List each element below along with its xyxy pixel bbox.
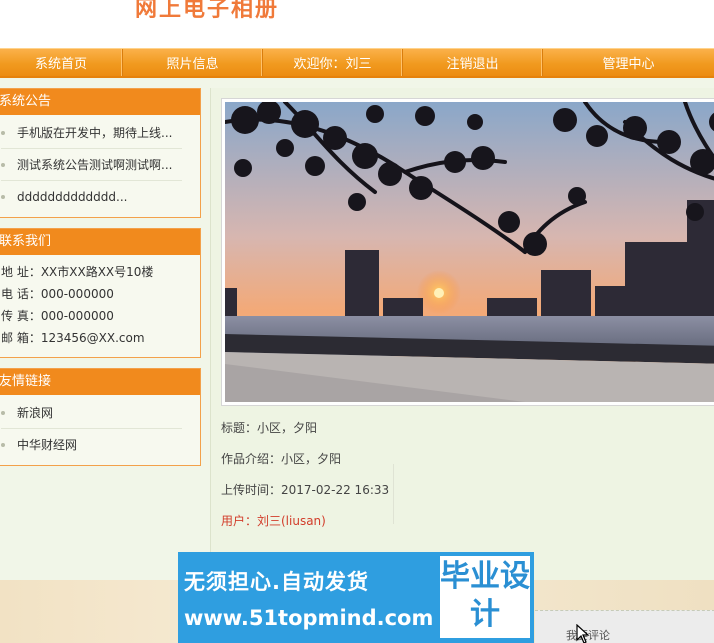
- sidebar: 系统公告 手机版在开发中，期待上线... 测试系统公告测试啊测试啊... ddd…: [0, 88, 201, 476]
- contact-address: 地 址：XX市XX路XX号10楼: [1, 265, 154, 279]
- mouse-cursor-icon: [576, 624, 590, 643]
- announcement-item[interactable]: 测试系统公告测试啊测试啊...: [1, 149, 182, 181]
- photo-frame[interactable]: [221, 98, 714, 406]
- ad-banner[interactable]: 无须担心.自动发货 www.51topmind.com 毕业设计: [178, 552, 534, 643]
- ad-text: 无须担心.自动发货 www.51topmind.com: [184, 566, 442, 636]
- nav-welcome[interactable]: 欢迎你：刘三: [263, 49, 403, 76]
- contact-fax: 传 真：000-000000: [1, 309, 114, 323]
- bullet-icon: [1, 411, 5, 415]
- nav-logout[interactable]: 注销退出: [403, 49, 543, 76]
- ad-slogan: 无须担心.自动发货: [184, 570, 369, 594]
- sunset-photo: [225, 102, 714, 402]
- contact-email: 邮 箱：123456@XX.com: [1, 331, 145, 345]
- link-item[interactable]: 新浪网: [1, 397, 182, 429]
- site-title: 网上电子相册: [135, 0, 280, 22]
- photo-info: 标题：小区，夕阳 作品介绍：小区，夕阳 上传时间：2017-02-22 16:3…: [221, 418, 389, 542]
- comment-area[interactable]: [535, 610, 714, 643]
- contact-info: 地 址：XX市XX路XX号10楼 电 话：000-000000 传 真：000-…: [0, 255, 200, 357]
- bullet-icon: [1, 195, 5, 199]
- photo-title: 标题：小区，夕阳: [221, 421, 318, 435]
- photo-upload-time: 上传时间：2017-02-22 16:33: [221, 483, 390, 497]
- header: 网上电子相册: [0, 0, 714, 48]
- photo-user: 用户：刘三(liusan): [221, 514, 326, 528]
- announcements-title: 系统公告: [0, 89, 200, 115]
- nav-photos[interactable]: 照片信息: [123, 49, 263, 76]
- contact-box: 联系我们 地 址：XX市XX路XX号10楼 电 话：000-000000 传 真…: [0, 228, 201, 358]
- links-title: 友情链接: [0, 369, 200, 395]
- announcements-box: 系统公告 手机版在开发中，期待上线... 测试系统公告测试啊测试啊... ddd…: [0, 88, 201, 218]
- divider: [393, 464, 394, 524]
- links-box: 友情链接 新浪网 中华财经网: [0, 368, 201, 466]
- contact-title: 联系我们: [0, 229, 200, 255]
- bullet-icon: [1, 443, 5, 447]
- nav-home[interactable]: 系统首页: [0, 49, 123, 76]
- announcement-item[interactable]: ddddddddddddd...: [1, 181, 182, 213]
- nav-admin[interactable]: 管理中心: [543, 49, 714, 76]
- bullet-icon: [1, 131, 5, 135]
- announcements-list: 手机版在开发中，期待上线... 测试系统公告测试啊测试啊... dddddddd…: [0, 115, 200, 217]
- announcement-item[interactable]: 手机版在开发中，期待上线...: [1, 117, 182, 149]
- contact-phone: 电 话：000-000000: [1, 287, 114, 301]
- bullet-icon: [1, 163, 5, 167]
- ad-badge: 毕业设计: [440, 556, 530, 638]
- links-list: 新浪网 中华财经网: [0, 395, 200, 465]
- link-item[interactable]: 中华财经网: [1, 429, 182, 461]
- photo-intro: 作品介绍：小区，夕阳: [221, 452, 342, 466]
- ad-url: www.51topmind.com: [184, 606, 434, 630]
- main-nav: 系统首页 照片信息 欢迎你：刘三 注销退出 管理中心: [0, 48, 714, 78]
